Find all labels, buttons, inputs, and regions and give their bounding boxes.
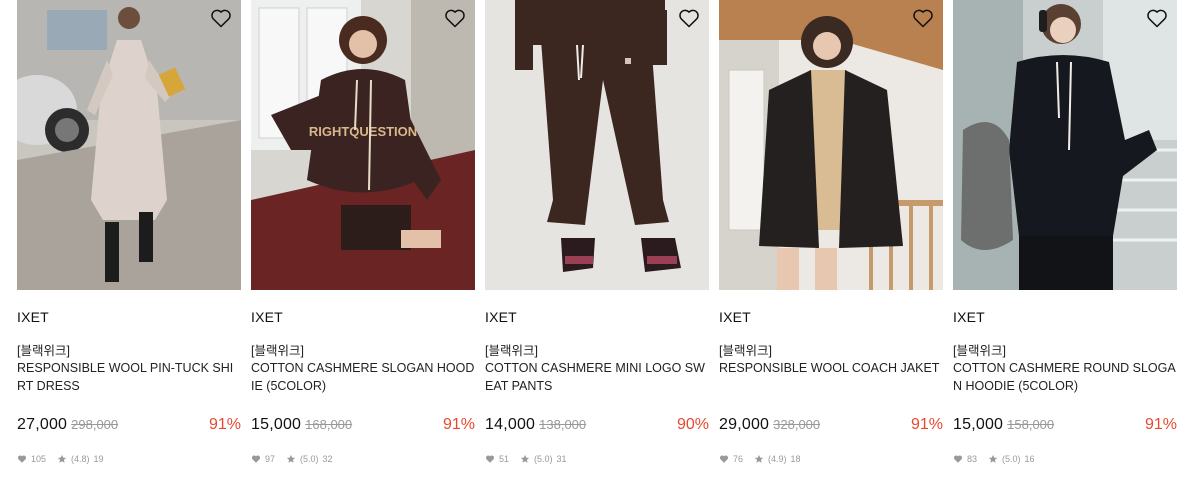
review-count: 32	[322, 454, 333, 464]
heart-icon	[251, 455, 261, 463]
heart-icon	[953, 455, 963, 463]
product-name[interactable]: COTTON CASHMERE SLOGAN HOODIE (5COLOR)	[251, 359, 475, 395]
rating-value: (5.0)	[300, 454, 319, 464]
likes-count: 51	[485, 454, 509, 464]
product-brand[interactable]: IXET	[17, 309, 241, 325]
original-price: 328,000	[773, 417, 821, 432]
review-count: 16	[1024, 454, 1035, 464]
review-summary: (5.0) 32	[286, 454, 333, 464]
heart-icon	[719, 455, 729, 463]
review-count: 18	[790, 454, 801, 464]
product-tag: [블랙위크]	[485, 344, 538, 358]
product-meta: 51 (5.0) 31	[485, 453, 709, 465]
review-count: 19	[93, 454, 104, 464]
star-icon	[754, 454, 764, 463]
likes-count: 83	[953, 454, 977, 464]
star-icon	[520, 454, 530, 463]
product-card[interactable]: IXET [블랙위크] COTTON CASHMERE ROUND SLOGAN…	[953, 0, 1177, 465]
likes-value: 105	[31, 454, 47, 464]
product-brand[interactable]: IXET	[485, 309, 709, 325]
likes-count: 76	[719, 454, 743, 464]
original-price: 158,000	[1007, 417, 1055, 432]
product-meta: 76 (4.9) 18	[719, 453, 943, 465]
star-icon	[286, 454, 296, 463]
discount-rate: 91%	[442, 416, 475, 433]
likes-value: 51	[499, 454, 510, 464]
product-name[interactable]: RESPONSIBLE WOOL PIN-TUCK SHIRT DRESS	[17, 359, 241, 395]
product-tag: [블랙위크]	[953, 344, 1006, 358]
review-summary: (4.8) 19	[57, 454, 104, 464]
product-card[interactable]: IXET [블랙위크] COTTON CASHMERE MINI LOGO SW…	[485, 0, 709, 465]
product-brand[interactable]: IXET	[251, 309, 475, 325]
discount-rate: 90%	[676, 416, 709, 433]
product-meta: 97 (5.0) 32	[251, 453, 475, 465]
product-grid: IXET [블랙위크] RESPONSIBLE WOOL PIN-TUCK SH…	[0, 0, 1195, 490]
review-summary: (5.0) 16	[988, 454, 1035, 464]
product-prices: 14,000 138,000 90%	[485, 416, 709, 436]
product-name[interactable]: COTTON CASHMERE ROUND SLOGAN HOODIE (5CO…	[953, 359, 1177, 395]
product-name[interactable]: COTTON CASHMERE MINI LOGO SWEAT PANTS	[485, 359, 709, 395]
product-tag: [블랙위크]	[719, 344, 772, 358]
product-photo: RIGHTQUESTION	[251, 0, 475, 290]
likes-value: 83	[967, 454, 978, 464]
original-price: 168,000	[305, 417, 353, 432]
heart-icon	[485, 455, 495, 463]
product-image[interactable]	[485, 0, 709, 290]
discount-rate: 91%	[208, 416, 241, 433]
product-prices: 27,000 298,000 91%	[17, 416, 241, 436]
heart-outline-icon[interactable]	[209, 6, 233, 30]
product-prices: 29,000 328,000 91%	[719, 416, 943, 436]
star-icon	[988, 454, 998, 463]
product-card[interactable]: IXET [블랙위크] RESPONSIBLE WOOL COACH JAKET…	[719, 0, 943, 465]
product-brand[interactable]: IXET	[719, 309, 943, 325]
discount-rate: 91%	[1144, 416, 1177, 433]
rating-value: (5.0)	[1002, 454, 1021, 464]
heart-icon	[17, 455, 27, 463]
heart-outline-icon[interactable]	[1145, 6, 1169, 30]
original-price: 298,000	[71, 417, 119, 432]
product-card[interactable]: RIGHTQUESTION IXET [블랙위크] COTTON CASHMER…	[251, 0, 475, 465]
product-image[interactable]: RIGHTQUESTION	[251, 0, 475, 290]
product-prices: 15,000 158,000 91%	[953, 416, 1177, 436]
sale-price: 29,000	[719, 416, 770, 433]
likes-value: 97	[265, 454, 276, 464]
rating-value: (4.8)	[71, 454, 90, 464]
review-summary: (5.0) 31	[520, 454, 567, 464]
product-photo	[17, 0, 241, 290]
product-image[interactable]	[719, 0, 943, 290]
product-meta: 83 (5.0) 16	[953, 453, 1177, 465]
sale-price: 15,000	[251, 416, 302, 433]
product-image[interactable]	[17, 0, 241, 290]
likes-count: 105	[17, 454, 46, 464]
discount-rate: 91%	[910, 416, 943, 433]
rating-value: (5.0)	[534, 454, 553, 464]
sale-price: 15,000	[953, 416, 1004, 433]
likes-count: 97	[251, 454, 275, 464]
review-summary: (4.9) 18	[754, 454, 801, 464]
heart-outline-icon[interactable]	[443, 6, 467, 30]
heart-outline-icon[interactable]	[911, 6, 935, 30]
product-prices: 15,000 168,000 91%	[251, 416, 475, 436]
product-photo	[485, 0, 709, 290]
star-icon	[57, 454, 67, 463]
sale-price: 27,000	[17, 416, 68, 433]
svg-text:RIGHTQUESTION: RIGHTQUESTION	[309, 124, 417, 139]
product-tag: [블랙위크]	[251, 344, 304, 358]
original-price: 138,000	[539, 417, 587, 432]
product-name[interactable]: RESPONSIBLE WOOL COACH JAKET	[719, 359, 943, 395]
product-photo	[719, 0, 943, 290]
sale-price: 14,000	[485, 416, 536, 433]
rating-value: (4.9)	[768, 454, 787, 464]
likes-value: 76	[733, 454, 744, 464]
heart-outline-icon[interactable]	[677, 6, 701, 30]
review-count: 31	[556, 454, 567, 464]
product-brand[interactable]: IXET	[953, 309, 1177, 325]
product-tag: [블랙위크]	[17, 344, 70, 358]
product-card[interactable]: IXET [블랙위크] RESPONSIBLE WOOL PIN-TUCK SH…	[17, 0, 241, 465]
product-photo	[953, 0, 1177, 290]
product-image[interactable]	[953, 0, 1177, 290]
product-meta: 105 (4.8) 19	[17, 453, 241, 465]
